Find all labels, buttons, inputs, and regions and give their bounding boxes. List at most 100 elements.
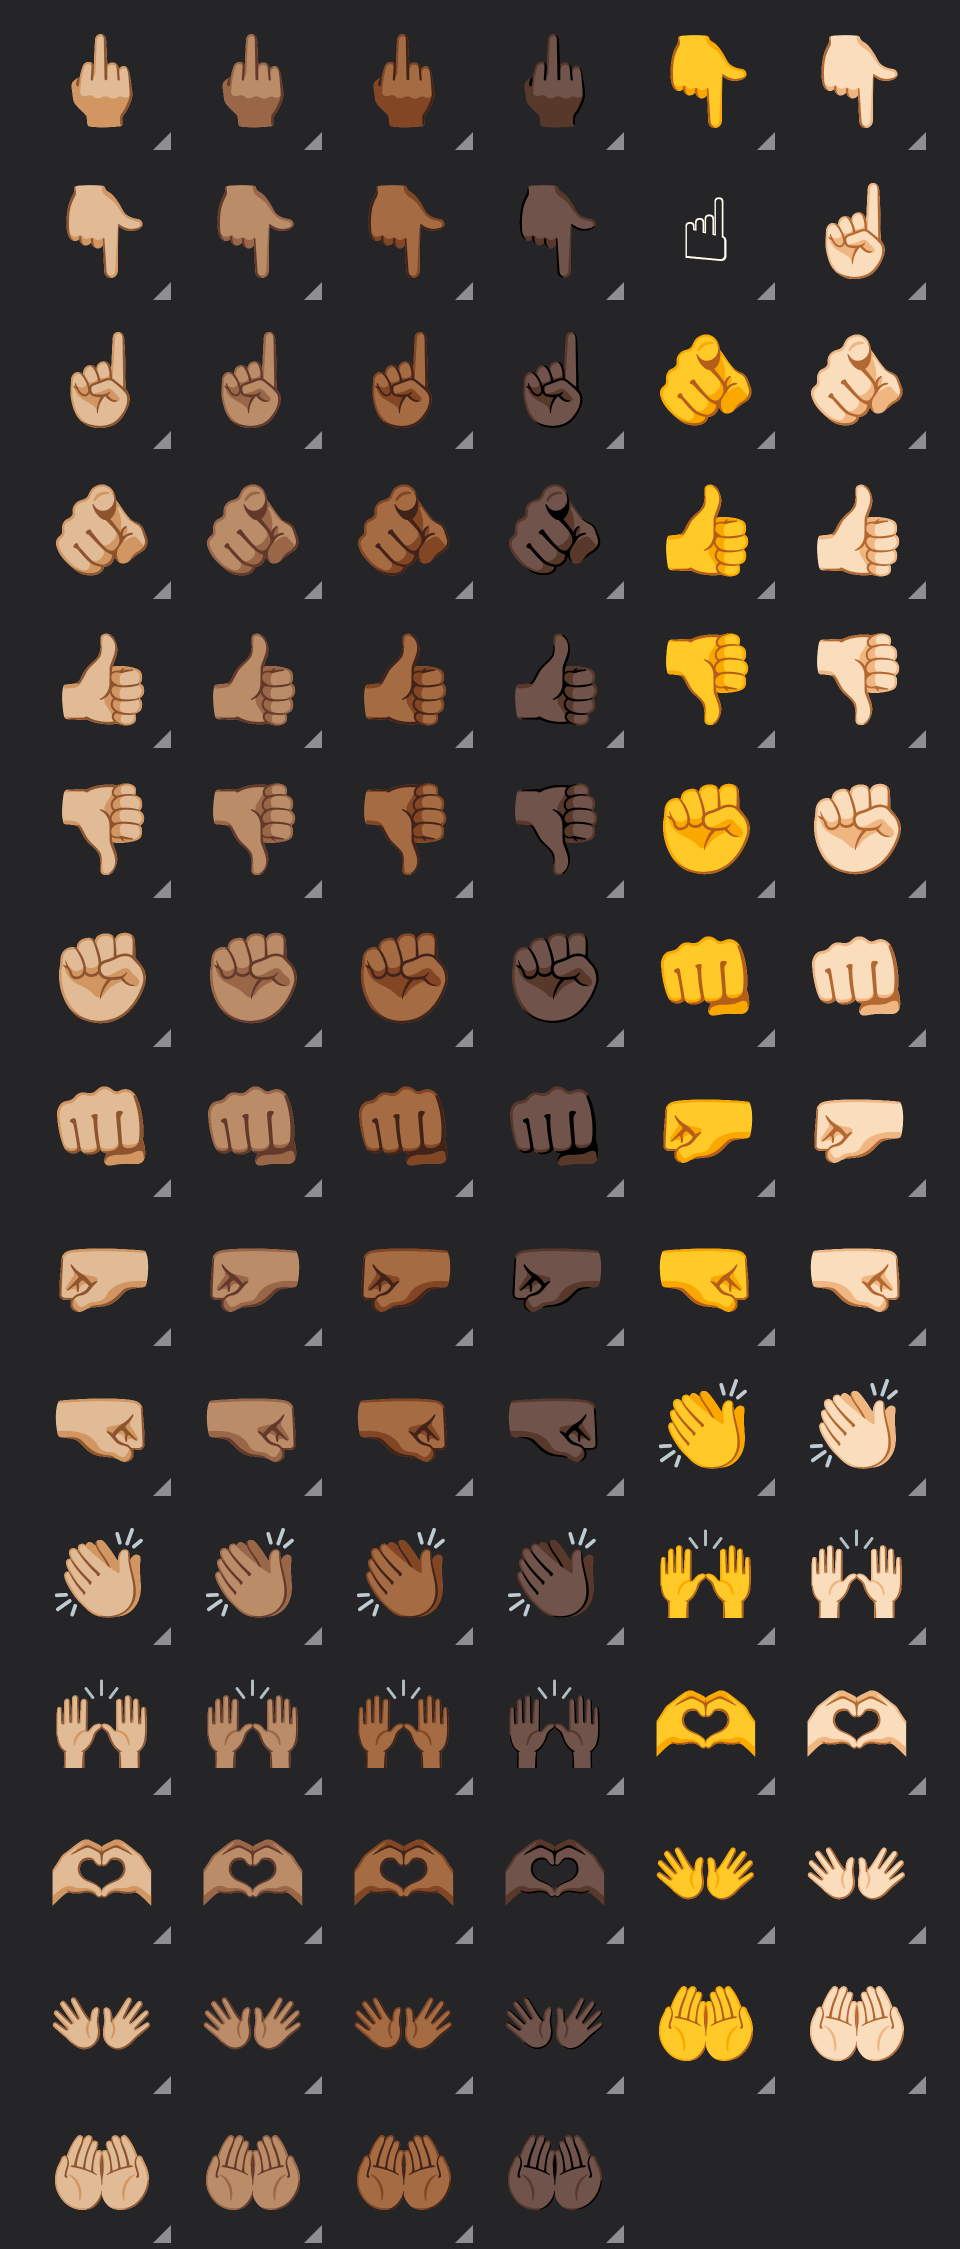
emoji-cell[interactable]: 🤜🏾 [329, 1352, 479, 1502]
emoji-cell[interactable]: 🫶🏽 [178, 1800, 328, 1950]
triangle-corner-icon [304, 1627, 322, 1645]
emoji-cell[interactable]: ✊ [631, 754, 781, 904]
emoji-cell[interactable]: 🫶🏿 [480, 1800, 630, 1950]
emoji-cell[interactable]: 🤛🏿 [480, 1202, 630, 1352]
emoji-cell[interactable]: 👇🏻 [782, 6, 932, 156]
emoji-cell[interactable]: ☝ [631, 156, 781, 306]
emoji-cell[interactable]: 👇🏾 [329, 156, 479, 306]
emoji-cell[interactable]: 👏🏼 [27, 1501, 177, 1651]
emoji-cell[interactable]: ✊🏻 [782, 754, 932, 904]
emoji-cell[interactable]: 🤛 [631, 1053, 781, 1203]
emoji-cell[interactable]: 👐🏻 [782, 1800, 932, 1950]
emoji-cell[interactable]: ✊🏽 [178, 903, 328, 1053]
emoji-cell[interactable]: 👐🏾 [329, 1950, 479, 2100]
emoji-cell[interactable]: 🫵🏻 [782, 305, 932, 455]
triangle-corner-icon [304, 2076, 322, 2094]
emoji-cell[interactable]: 👐🏿 [480, 1950, 630, 2100]
emoji-cell[interactable]: 👊🏻 [782, 903, 932, 1053]
emoji-cell[interactable]: ☝🏻 [782, 156, 932, 306]
emoji-cell[interactable]: 🤜🏿 [480, 1352, 630, 1502]
emoji-cell[interactable]: 🖕🏾 [329, 6, 479, 156]
emoji-cell[interactable]: 👇🏿 [480, 156, 630, 306]
triangle-corner-icon [455, 1627, 473, 1645]
emoji-cell[interactable]: 🙌🏽 [178, 1651, 328, 1801]
emoji-cell[interactable]: 🤛🏽 [178, 1202, 328, 1352]
emoji-cell[interactable]: 👊 [631, 903, 781, 1053]
triangle-corner-icon [606, 132, 624, 150]
emoji-cell[interactable]: 👊🏾 [329, 1053, 479, 1203]
emoji-cell[interactable]: 🙌🏻 [782, 1501, 932, 1651]
emoji-cell[interactable]: 👎 [631, 604, 781, 754]
emoji-cell[interactable]: 👎🏿 [480, 754, 630, 904]
triangle-corner-icon [153, 1478, 171, 1496]
emoji-cell[interactable]: 🫵 [631, 305, 781, 455]
emoji-cell[interactable]: 🤛🏾 [329, 1202, 479, 1352]
emoji-cell[interactable]: 🙌🏼 [27, 1651, 177, 1801]
emoji-cell[interactable]: 👏🏽 [178, 1501, 328, 1651]
emoji-cell[interactable]: 🖕🏽 [178, 6, 328, 156]
emoji-cell[interactable]: 👎🏻 [782, 604, 932, 754]
emoji-cell[interactable]: 👍🏿 [480, 604, 630, 754]
emoji-cell[interactable]: 🤜🏻 [782, 1202, 932, 1352]
emoji-cell[interactable]: 🤲 [631, 1950, 781, 2100]
emoji-cell[interactable]: 🤜 [631, 1202, 781, 1352]
emoji-cell[interactable]: 👊🏽 [178, 1053, 328, 1203]
triangle-corner-icon [606, 1627, 624, 1645]
emoji-cell[interactable]: 👐 [631, 1800, 781, 1950]
emoji-cell[interactable]: 👐🏽 [178, 1950, 328, 2100]
emoji-cell[interactable]: 👍🏽 [178, 604, 328, 754]
emoji-cell[interactable]: ☝🏿 [480, 305, 630, 455]
emoji-cell[interactable]: 🤜🏽 [178, 1352, 328, 1502]
emoji-cell[interactable]: 👎🏽 [178, 754, 328, 904]
emoji-cell[interactable]: 🫵🏾 [329, 455, 479, 605]
emoji-cell[interactable]: 🫶🏻 [782, 1651, 932, 1801]
emoji-cell[interactable]: 👏🏻 [782, 1352, 932, 1502]
emoji-cell[interactable]: ☝🏾 [329, 305, 479, 455]
emoji-cell[interactable]: 👏🏿 [480, 1501, 630, 1651]
emoji-cell[interactable]: 🤛🏼 [27, 1202, 177, 1352]
triangle-corner-icon [455, 730, 473, 748]
emoji-cell[interactable]: 👎🏾 [329, 754, 479, 904]
emoji-cell[interactable]: ☝🏼 [27, 305, 177, 455]
emoji-cell[interactable]: 🤛🏻 [782, 1053, 932, 1203]
triangle-corner-icon [153, 1627, 171, 1645]
emoji-cell[interactable]: 🙌 [631, 1501, 781, 1651]
triangle-corner-icon [455, 2225, 473, 2243]
emoji-cell[interactable]: 🫵🏼 [27, 455, 177, 605]
emoji-cell[interactable]: 👇🏼 [27, 156, 177, 306]
emoji-cell[interactable]: 👏 [631, 1352, 781, 1502]
emoji-cell[interactable]: 👇🏽 [178, 156, 328, 306]
emoji-cell[interactable]: 👍🏼 [27, 604, 177, 754]
triangle-corner-icon [606, 1029, 624, 1047]
emoji-cell[interactable]: 🤲🏾 [329, 2099, 479, 2249]
emoji-cell[interactable]: 🤲🏿 [480, 2099, 630, 2249]
emoji-cell[interactable]: 👍🏻 [782, 455, 932, 605]
emoji-cell[interactable]: 🤲🏽 [178, 2099, 328, 2249]
emoji-cell[interactable]: 👇 [631, 6, 781, 156]
emoji-cell[interactable]: 🫶🏼 [27, 1800, 177, 1950]
emoji-cell[interactable]: 👏🏾 [329, 1501, 479, 1651]
emoji-cell[interactable]: 👐🏼 [27, 1950, 177, 2100]
emoji-cell[interactable]: 🤜🏼 [27, 1352, 177, 1502]
emoji-cell[interactable]: 🙌🏾 [329, 1651, 479, 1801]
emoji-cell[interactable]: 🤲🏼 [27, 2099, 177, 2249]
emoji-cell[interactable]: 🫵🏿 [480, 455, 630, 605]
emoji-cell[interactable]: 🫵🏽 [178, 455, 328, 605]
emoji-cell[interactable]: ✊🏾 [329, 903, 479, 1053]
emoji-cell[interactable]: 👍 [631, 455, 781, 605]
emoji-cell[interactable]: ✊🏿 [480, 903, 630, 1053]
emoji-cell[interactable]: 👍🏾 [329, 604, 479, 754]
emoji-cell[interactable]: 👊🏼 [27, 1053, 177, 1203]
emoji-cell[interactable]: ☝🏽 [178, 305, 328, 455]
triangle-corner-icon [606, 1328, 624, 1346]
emoji-cell[interactable]: ✊🏼 [27, 903, 177, 1053]
emoji-cell[interactable]: 🫶 [631, 1651, 781, 1801]
emoji-cell[interactable]: 👎🏼 [27, 754, 177, 904]
emoji-cell[interactable]: 👊🏿 [480, 1053, 630, 1203]
emoji-cell[interactable]: 🤲🏻 [782, 1950, 932, 2100]
emoji-cell[interactable]: 🙌🏿 [480, 1651, 630, 1801]
emoji-cell[interactable]: 🖕🏼 [27, 6, 177, 156]
triangle-corner-icon [757, 880, 775, 898]
emoji-cell[interactable]: 🖕🏿 [480, 6, 630, 156]
emoji-cell[interactable]: 🫶🏾 [329, 1800, 479, 1950]
